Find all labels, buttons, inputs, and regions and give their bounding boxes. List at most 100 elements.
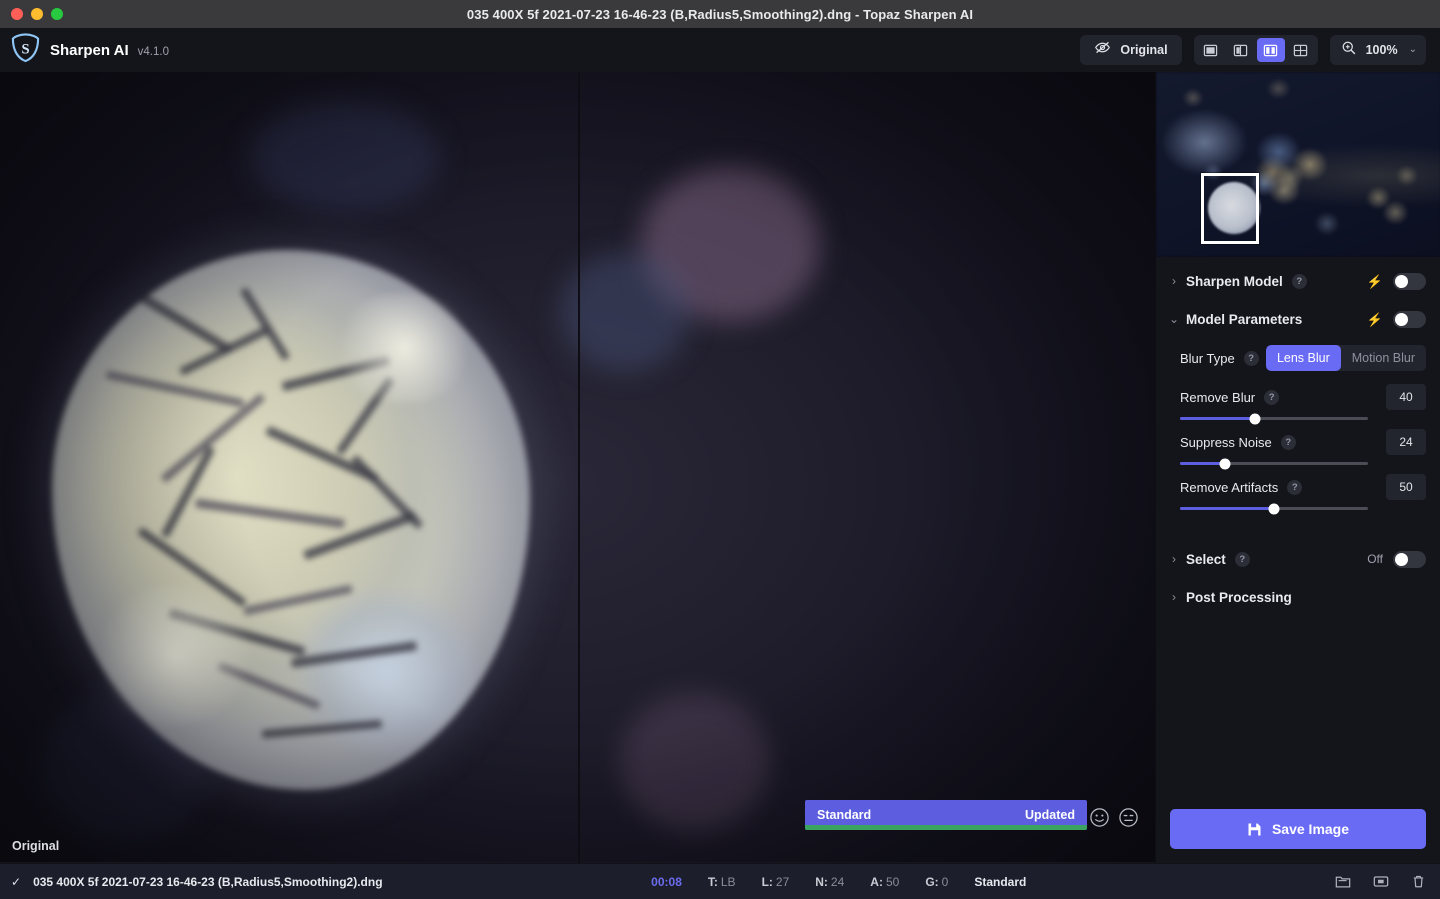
original-pane[interactable]	[0, 72, 578, 863]
status-actions	[1295, 874, 1426, 889]
check-icon: ✓	[11, 875, 21, 889]
chevron-right-icon[interactable]: ›	[1165, 274, 1183, 288]
blur-type-lens-blur[interactable]: Lens Blur	[1266, 345, 1341, 371]
metric-l: L:27	[762, 875, 790, 889]
processed-image	[580, 72, 1155, 862]
blur-type-segmented-control: Lens Blur Motion Blur	[1266, 345, 1426, 371]
processed-pane[interactable]	[580, 72, 1155, 863]
suppress-noise-value[interactable]: 24	[1386, 429, 1426, 455]
select-toggle[interactable]	[1393, 551, 1426, 568]
remove-blur-track[interactable]	[1180, 417, 1368, 420]
suppress-noise-help-icon[interactable]: ?	[1281, 435, 1296, 450]
view-mode-side-by-side[interactable]	[1257, 38, 1285, 62]
status-metrics: 00:08 T:LB L:27 N:24 A:50 G:0 Standard	[651, 875, 1026, 889]
navigator-viewport-rect[interactable]	[1201, 173, 1259, 244]
group-sharpen-model-label: Sharpen Model	[1186, 274, 1283, 289]
feedback-group	[1089, 807, 1139, 828]
metric-a: A:50	[870, 875, 899, 889]
remove-artifacts-label: Remove Artifacts	[1180, 480, 1278, 495]
delete-trash-icon[interactable]	[1411, 874, 1426, 889]
slider-suppress-noise: Suppress Noise ? 24	[1180, 429, 1426, 465]
floppy-disk-icon	[1247, 822, 1262, 837]
close-button[interactable]	[11, 8, 23, 20]
select-help-icon[interactable]: ?	[1235, 552, 1250, 567]
app-window: 035 400X 5f 2021-07-23 16-46-23 (B,Radiu…	[0, 0, 1440, 899]
auto-lightning-icon[interactable]: ⚡	[1367, 313, 1383, 326]
brand: S Sharpen AI v4.1.0	[10, 32, 169, 68]
group-post-processing-label: Post Processing	[1186, 590, 1292, 605]
auto-lightning-icon[interactable]: ⚡	[1367, 275, 1383, 288]
open-folder-icon[interactable]	[1335, 874, 1351, 889]
model-parameters-toggle[interactable]	[1393, 311, 1426, 328]
view-mode-single[interactable]	[1197, 38, 1225, 62]
eye-off-icon	[1094, 39, 1111, 61]
show-original-button[interactable]: Original	[1080, 35, 1181, 65]
neutral-face-icon[interactable]	[1118, 807, 1139, 828]
chevron-down-icon[interactable]: ⌄	[1165, 312, 1183, 326]
chevron-right-icon[interactable]: ›	[1165, 552, 1183, 566]
remove-artifacts-knob[interactable]	[1269, 503, 1280, 514]
select-state-label: Off	[1367, 552, 1383, 566]
status-filename: 035 400X 5f 2021-07-23 16-46-23 (B,Radiu…	[33, 875, 382, 889]
chevron-right-icon[interactable]: ›	[1165, 590, 1183, 604]
original-image	[0, 72, 578, 862]
group-sharpen-model[interactable]: › Sharpen Model ? ⚡	[1156, 262, 1440, 300]
process-status-bar[interactable]: Standard Updated	[805, 800, 1087, 830]
svg-text:S: S	[21, 41, 29, 57]
blur-type-help-icon[interactable]: ?	[1244, 351, 1259, 366]
zoom-control[interactable]: 100% ⌄	[1330, 35, 1426, 65]
save-image-button[interactable]: Save Image	[1170, 809, 1426, 849]
remove-artifacts-value[interactable]: 50	[1386, 474, 1426, 500]
metric-g: G:0	[925, 875, 948, 889]
magnifier-icon	[1341, 40, 1357, 61]
view-mode-grid[interactable]	[1287, 38, 1315, 62]
blur-type-motion-blur[interactable]: Motion Blur	[1341, 345, 1426, 371]
panel-scroll-area[interactable]: › Sharpen Model ? ⚡ ⌄ Model Parameters ⚡	[1156, 257, 1440, 797]
zoom-level-value: 100%	[1366, 43, 1400, 57]
navigator-preview[interactable]	[1156, 72, 1440, 257]
sharpen-ai-logo-icon: S	[10, 32, 41, 68]
remove-blur-label: Remove Blur	[1180, 390, 1255, 405]
metric-n: N:24	[815, 875, 844, 889]
group-select[interactable]: › Select ? Off	[1156, 540, 1440, 578]
original-label: Original	[12, 839, 59, 853]
maximize-button[interactable]	[51, 8, 63, 20]
panel-footer: Save Image	[1156, 797, 1440, 863]
remove-artifacts-help-icon[interactable]: ?	[1287, 480, 1302, 495]
slider-remove-blur: Remove Blur ? 40	[1180, 384, 1426, 420]
export-video-icon[interactable]	[1373, 874, 1389, 889]
group-post-processing[interactable]: › Post Processing	[1156, 578, 1440, 616]
sharpen-model-help-icon[interactable]: ?	[1292, 274, 1307, 289]
suppress-noise-knob[interactable]	[1220, 458, 1231, 469]
model-parameters-content: Blur Type ? Lens Blur Motion Blur Remove…	[1156, 338, 1440, 518]
image-canvas[interactable]: Original Standard Updated	[0, 72, 1155, 863]
chevron-down-icon[interactable]: ⌄	[1409, 45, 1417, 55]
status-model-name: Standard	[974, 875, 1026, 889]
right-panel: › Sharpen Model ? ⚡ ⌄ Model Parameters ⚡	[1155, 72, 1440, 863]
header-toolbar: Original	[1080, 35, 1426, 65]
app-header: S Sharpen AI v4.1.0 Original	[0, 28, 1440, 72]
group-model-parameters[interactable]: ⌄ Model Parameters ⚡	[1156, 300, 1440, 338]
view-mode-split[interactable]	[1227, 38, 1255, 62]
metric-type: T:LB	[708, 875, 736, 889]
save-image-label: Save Image	[1272, 821, 1349, 837]
minimize-button[interactable]	[31, 8, 43, 20]
app-version: v4.1.0	[138, 46, 169, 58]
status-bar: ✓ 035 400X 5f 2021-07-23 16-46-23 (B,Rad…	[0, 863, 1440, 899]
remove-blur-help-icon[interactable]: ?	[1264, 390, 1279, 405]
status-elapsed-time: 00:08	[651, 875, 682, 889]
suppress-noise-track[interactable]	[1180, 462, 1368, 465]
remove-blur-knob[interactable]	[1250, 413, 1261, 424]
pane-divider[interactable]	[578, 72, 580, 863]
show-original-label: Original	[1120, 43, 1167, 57]
remove-artifacts-track[interactable]	[1180, 507, 1368, 510]
suppress-noise-label: Suppress Noise	[1180, 435, 1272, 450]
remove-blur-value[interactable]: 40	[1386, 384, 1426, 410]
blur-type-label: Blur Type	[1180, 351, 1235, 366]
process-state-label: Updated	[1025, 808, 1075, 822]
title-bar: 035 400X 5f 2021-07-23 16-46-23 (B,Radiu…	[0, 0, 1440, 28]
happy-face-icon[interactable]	[1089, 807, 1110, 828]
sharpen-model-toggle[interactable]	[1393, 273, 1426, 290]
navigator-image	[1156, 72, 1440, 257]
group-model-parameters-label: Model Parameters	[1186, 312, 1302, 327]
